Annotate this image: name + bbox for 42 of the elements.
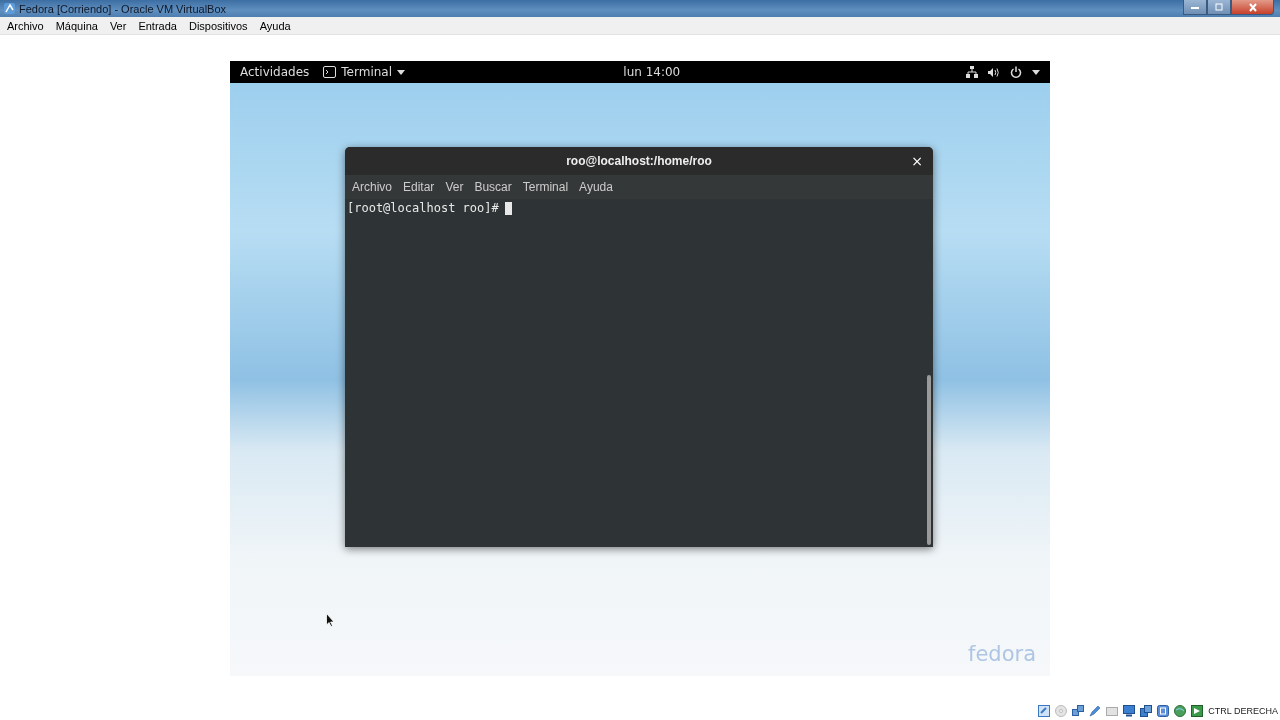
host-key-label: CTRL DERECHA [1208, 705, 1278, 716]
chip-icon[interactable] [1157, 704, 1170, 717]
mouse-pointer-icon [326, 613, 335, 627]
menu-item[interactable]: Entrada [133, 19, 182, 32]
clock[interactable]: lun 14:00 [623, 65, 966, 79]
minimize-button[interactable] [1183, 0, 1207, 15]
app-menu[interactable]: Terminal [341, 65, 392, 79]
close-button[interactable] [1231, 0, 1274, 15]
minimize-icon [1190, 4, 1200, 10]
network-icon[interactable] [1072, 704, 1085, 717]
windows-icon[interactable] [1140, 704, 1153, 717]
caret-icon[interactable] [1032, 69, 1040, 75]
terminal-title: roo@localhost:/home/roo [566, 154, 712, 168]
maximize-icon [1214, 2, 1224, 12]
menu-item[interactable]: Buscar [469, 180, 517, 194]
network-icon[interactable] [966, 66, 978, 78]
menu-item[interactable]: Ver [440, 180, 469, 194]
monitor-icon[interactable] [1123, 704, 1136, 717]
close-icon [1247, 2, 1258, 12]
text-cursor [504, 201, 512, 215]
menu-item[interactable]: Ayuda [254, 19, 296, 32]
fedora-logo: fedora [968, 642, 1036, 666]
power-icon[interactable] [1010, 66, 1022, 78]
menu-item[interactable]: Máquina [50, 19, 103, 32]
arrow-box-icon[interactable] [1191, 704, 1204, 717]
shell-prompt: [root@localhost roo]# [347, 201, 499, 215]
scrollbar[interactable] [927, 375, 931, 545]
volume-icon[interactable] [988, 66, 1000, 78]
maximize-button[interactable] [1207, 0, 1231, 15]
menu-item[interactable]: Terminal [517, 180, 574, 194]
pen-icon[interactable] [1089, 704, 1102, 717]
activities-button[interactable]: Actividades [240, 65, 310, 79]
caret-icon [397, 69, 405, 75]
terminal-icon [323, 66, 337, 78]
window-title: Fedora [Corriendo] - Oracle VM VirtualBox [19, 2, 228, 15]
menu-item[interactable]: Editar [398, 180, 440, 194]
close-button[interactable]: × [909, 153, 925, 169]
menu-item[interactable]: Dispositivos [183, 19, 253, 32]
menu-item[interactable]: Archivo [2, 19, 49, 32]
menu-item[interactable]: Archivo [347, 180, 397, 194]
menu-item[interactable]: Ayuda [574, 180, 618, 194]
menu-item[interactable]: Ver [104, 19, 132, 32]
